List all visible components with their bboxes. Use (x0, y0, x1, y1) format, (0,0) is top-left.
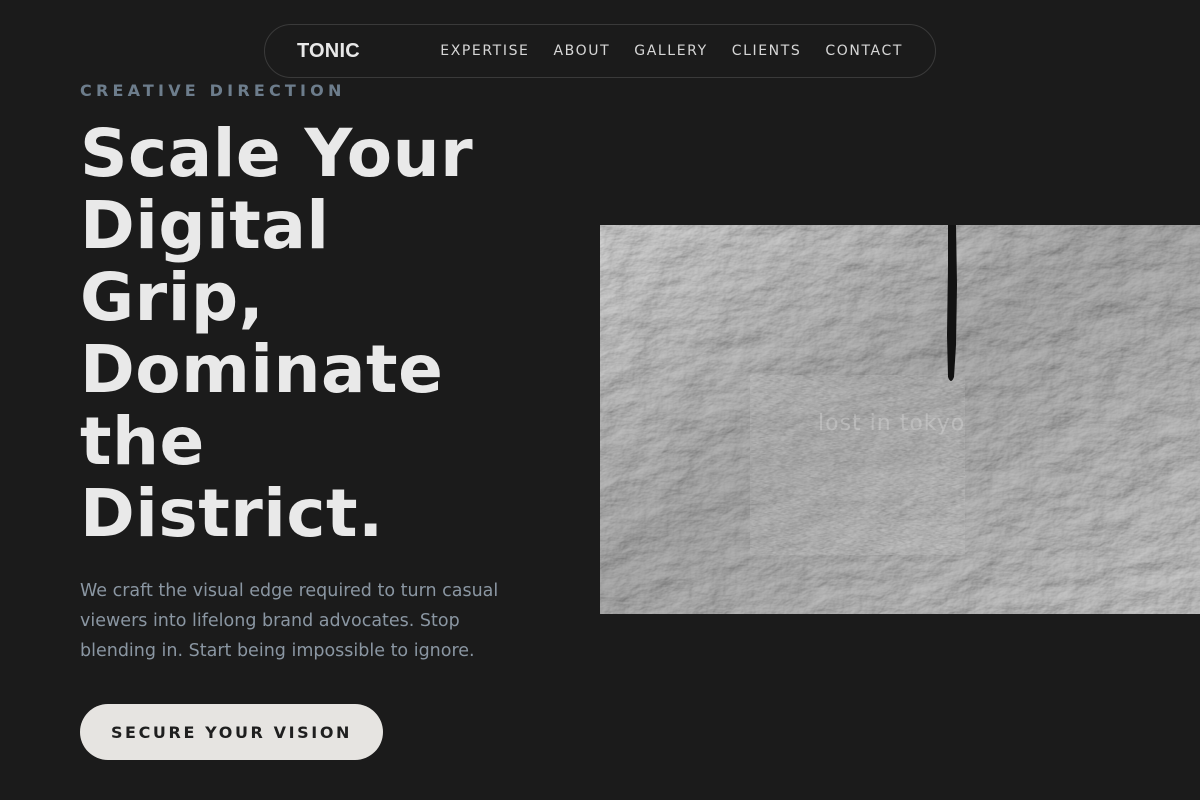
secure-your-vision-button[interactable]: SECURE YOUR VISION (80, 704, 383, 760)
nav-link-about[interactable]: ABOUT (554, 43, 611, 59)
nav-link-contact[interactable]: CONTACT (825, 43, 903, 59)
headline-line: Grip, (80, 259, 265, 336)
headline-line: District. (80, 475, 384, 552)
headline-line: Dominate (80, 331, 444, 408)
nav-link-expertise[interactable]: EXPERTISE (440, 43, 529, 59)
nav-link-gallery[interactable]: GALLERY (634, 43, 707, 59)
page: TONIC EXPERTISE ABOUT GALLERY CLIENTS CO… (0, 0, 1200, 800)
nav-links: EXPERTISE ABOUT GALLERY CLIENTS CONTACT (440, 43, 903, 59)
image-watermark: lost in tokyo (818, 411, 966, 436)
headline-line: Scale Your (80, 115, 474, 192)
hero-image: lost in tokyo (600, 225, 1200, 614)
hero-headline: Scale Your Digital Grip, Dominate the Di… (80, 118, 550, 550)
headline-line: Digital (80, 187, 330, 264)
headline-line: the (80, 403, 205, 480)
hero-eyebrow: CREATIVE DIRECTION (80, 81, 346, 100)
brand-logo[interactable]: TONIC (297, 40, 360, 63)
nav-link-clients[interactable]: CLIENTS (732, 43, 802, 59)
top-nav: TONIC EXPERTISE ABOUT GALLERY CLIENTS CO… (264, 24, 936, 78)
hero-description: We craft the visual edge required to tur… (80, 581, 499, 661)
